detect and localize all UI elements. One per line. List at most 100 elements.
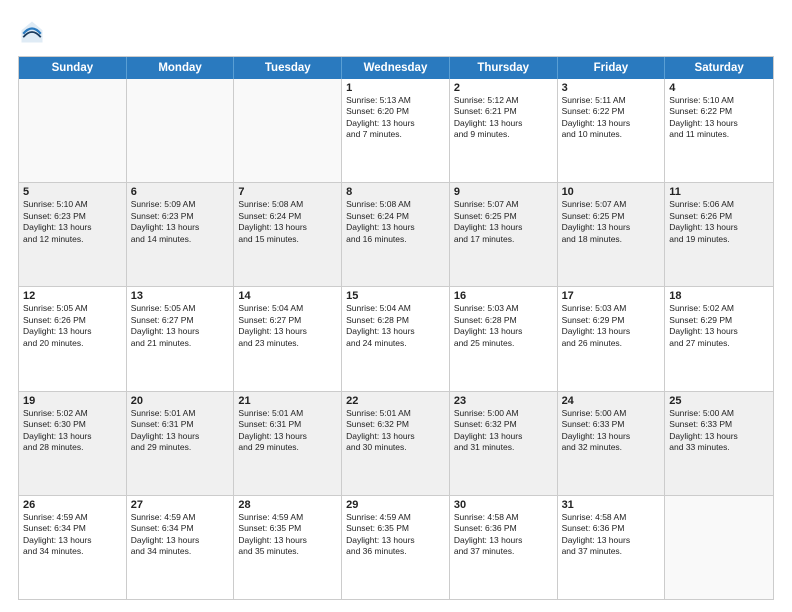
week-row-3: 19Sunrise: 5:02 AMSunset: 6:30 PMDayligh… (19, 392, 773, 496)
cell-line-2: Daylight: 13 hours (346, 326, 445, 337)
cell-line-3: and 18 minutes. (562, 234, 661, 245)
header-day-monday: Monday (127, 57, 235, 79)
cell-line-0: Sunrise: 5:04 AM (346, 303, 445, 314)
cell-line-1: Sunset: 6:34 PM (23, 523, 122, 534)
cell-line-2: Daylight: 13 hours (346, 431, 445, 442)
cal-cell-0-4: 2Sunrise: 5:12 AMSunset: 6:21 PMDaylight… (450, 79, 558, 182)
cal-cell-3-6: 25Sunrise: 5:00 AMSunset: 6:33 PMDayligh… (665, 392, 773, 495)
cell-line-1: Sunset: 6:25 PM (454, 211, 553, 222)
cell-line-3: and 29 minutes. (131, 442, 230, 453)
cell-line-2: Daylight: 13 hours (454, 326, 553, 337)
day-number: 6 (131, 186, 230, 198)
day-number: 24 (562, 395, 661, 407)
cal-cell-1-3: 8Sunrise: 5:08 AMSunset: 6:24 PMDaylight… (342, 183, 450, 286)
cal-cell-3-3: 22Sunrise: 5:01 AMSunset: 6:32 PMDayligh… (342, 392, 450, 495)
cell-line-1: Sunset: 6:22 PM (669, 106, 769, 117)
day-number: 29 (346, 499, 445, 511)
cell-line-1: Sunset: 6:33 PM (669, 419, 769, 430)
cell-line-2: Daylight: 13 hours (238, 431, 337, 442)
cell-line-3: and 28 minutes. (23, 442, 122, 453)
cell-line-0: Sunrise: 5:08 AM (238, 199, 337, 210)
cell-line-3: and 9 minutes. (454, 129, 553, 140)
cal-cell-3-1: 20Sunrise: 5:01 AMSunset: 6:31 PMDayligh… (127, 392, 235, 495)
calendar-header: SundayMondayTuesdayWednesdayThursdayFrid… (19, 57, 773, 79)
cal-cell-2-2: 14Sunrise: 5:04 AMSunset: 6:27 PMDayligh… (234, 287, 342, 390)
cell-line-1: Sunset: 6:36 PM (454, 523, 553, 534)
cell-line-3: and 36 minutes. (346, 546, 445, 557)
cell-line-3: and 27 minutes. (669, 338, 769, 349)
cal-cell-0-0 (19, 79, 127, 182)
cell-line-0: Sunrise: 5:04 AM (238, 303, 337, 314)
day-number: 5 (23, 186, 122, 198)
cell-line-0: Sunrise: 4:59 AM (131, 512, 230, 523)
cell-line-2: Daylight: 13 hours (669, 431, 769, 442)
cell-line-0: Sunrise: 5:06 AM (669, 199, 769, 210)
cell-line-3: and 19 minutes. (669, 234, 769, 245)
cell-line-2: Daylight: 13 hours (669, 326, 769, 337)
cell-line-1: Sunset: 6:22 PM (562, 106, 661, 117)
cal-cell-3-0: 19Sunrise: 5:02 AMSunset: 6:30 PMDayligh… (19, 392, 127, 495)
day-number: 9 (454, 186, 553, 198)
cell-line-3: and 26 minutes. (562, 338, 661, 349)
cell-line-3: and 29 minutes. (238, 442, 337, 453)
cal-cell-4-1: 27Sunrise: 4:59 AMSunset: 6:34 PMDayligh… (127, 496, 235, 599)
cell-line-2: Daylight: 13 hours (131, 222, 230, 233)
cal-cell-4-3: 29Sunrise: 4:59 AMSunset: 6:35 PMDayligh… (342, 496, 450, 599)
header-day-tuesday: Tuesday (234, 57, 342, 79)
day-number: 14 (238, 290, 337, 302)
cell-line-2: Daylight: 13 hours (562, 222, 661, 233)
cell-line-0: Sunrise: 5:09 AM (131, 199, 230, 210)
cell-line-1: Sunset: 6:24 PM (346, 211, 445, 222)
cell-line-2: Daylight: 13 hours (238, 535, 337, 546)
cell-line-0: Sunrise: 5:05 AM (131, 303, 230, 314)
calendar: SundayMondayTuesdayWednesdayThursdayFrid… (18, 56, 774, 600)
cell-line-1: Sunset: 6:23 PM (23, 211, 122, 222)
cell-line-1: Sunset: 6:21 PM (454, 106, 553, 117)
day-number: 25 (669, 395, 769, 407)
cell-line-1: Sunset: 6:25 PM (562, 211, 661, 222)
cell-line-2: Daylight: 13 hours (454, 431, 553, 442)
cell-line-3: and 21 minutes. (131, 338, 230, 349)
week-row-2: 12Sunrise: 5:05 AMSunset: 6:26 PMDayligh… (19, 287, 773, 391)
cell-line-0: Sunrise: 4:59 AM (23, 512, 122, 523)
cell-line-2: Daylight: 13 hours (131, 431, 230, 442)
cell-line-2: Daylight: 13 hours (131, 326, 230, 337)
cell-line-0: Sunrise: 5:01 AM (346, 408, 445, 419)
cell-line-1: Sunset: 6:31 PM (131, 419, 230, 430)
cell-line-1: Sunset: 6:29 PM (562, 315, 661, 326)
cell-line-1: Sunset: 6:35 PM (346, 523, 445, 534)
cell-line-1: Sunset: 6:20 PM (346, 106, 445, 117)
cell-line-2: Daylight: 13 hours (346, 222, 445, 233)
cell-line-3: and 35 minutes. (238, 546, 337, 557)
cell-line-2: Daylight: 13 hours (454, 535, 553, 546)
cell-line-3: and 16 minutes. (346, 234, 445, 245)
header-day-wednesday: Wednesday (342, 57, 450, 79)
cell-line-0: Sunrise: 5:02 AM (669, 303, 769, 314)
header-day-thursday: Thursday (450, 57, 558, 79)
cell-line-3: and 31 minutes. (454, 442, 553, 453)
cell-line-2: Daylight: 13 hours (562, 118, 661, 129)
cell-line-0: Sunrise: 5:08 AM (346, 199, 445, 210)
cell-line-2: Daylight: 13 hours (23, 535, 122, 546)
cell-line-3: and 32 minutes. (562, 442, 661, 453)
day-number: 27 (131, 499, 230, 511)
cell-line-0: Sunrise: 5:01 AM (131, 408, 230, 419)
cell-line-3: and 24 minutes. (346, 338, 445, 349)
day-number: 31 (562, 499, 661, 511)
cal-cell-0-5: 3Sunrise: 5:11 AMSunset: 6:22 PMDaylight… (558, 79, 666, 182)
cell-line-0: Sunrise: 5:12 AM (454, 95, 553, 106)
cell-line-0: Sunrise: 5:10 AM (669, 95, 769, 106)
cell-line-3: and 17 minutes. (454, 234, 553, 245)
cell-line-0: Sunrise: 5:00 AM (669, 408, 769, 419)
cal-cell-1-6: 11Sunrise: 5:06 AMSunset: 6:26 PMDayligh… (665, 183, 773, 286)
cell-line-3: and 20 minutes. (23, 338, 122, 349)
cal-cell-1-1: 6Sunrise: 5:09 AMSunset: 6:23 PMDaylight… (127, 183, 235, 286)
cal-cell-2-1: 13Sunrise: 5:05 AMSunset: 6:27 PMDayligh… (127, 287, 235, 390)
cal-cell-1-0: 5Sunrise: 5:10 AMSunset: 6:23 PMDaylight… (19, 183, 127, 286)
cal-cell-1-5: 10Sunrise: 5:07 AMSunset: 6:25 PMDayligh… (558, 183, 666, 286)
cell-line-1: Sunset: 6:29 PM (669, 315, 769, 326)
cell-line-3: and 11 minutes. (669, 129, 769, 140)
logo (18, 18, 50, 46)
cell-line-0: Sunrise: 5:02 AM (23, 408, 122, 419)
day-number: 17 (562, 290, 661, 302)
